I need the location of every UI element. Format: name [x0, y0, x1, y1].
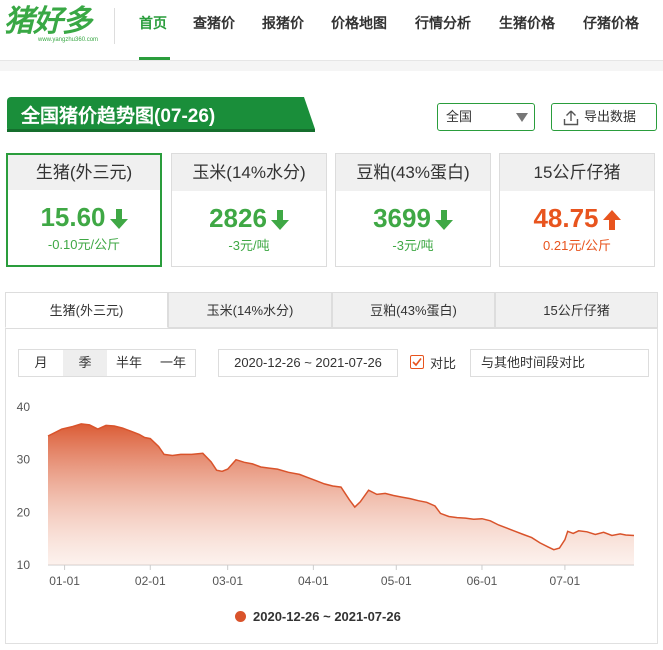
compare-label[interactable]: 对比	[430, 353, 456, 372]
card-change: -3元/吨	[392, 238, 434, 253]
page-title: 全国猪价趋势图(07-26)	[21, 106, 216, 127]
card-title: 玉米(14%水分)	[172, 154, 326, 191]
region-select-value: 全国	[446, 109, 473, 124]
chart-tabs: 生猪(外三元) 玉米(14%水分) 豆粕(43%蛋白) 15公斤仔猪	[5, 292, 658, 329]
card-change: -3元/吨	[228, 238, 270, 253]
price-card-hog[interactable]: 生猪(外三元) 15.60 -0.10元/公斤	[6, 153, 162, 267]
period-halfyear-button[interactable]: 半年	[107, 350, 151, 376]
y-tick-label: 10	[17, 558, 31, 572]
card-value-text: 15.60	[40, 202, 106, 232]
card-value-text: 3699	[373, 203, 431, 233]
card-value-text: 2826	[209, 203, 267, 233]
card-value: 15.60	[8, 202, 160, 232]
nav-item-price-map[interactable]: 价格地图	[331, 0, 387, 60]
price-trend-chart: 10203040 01-01 02-01 03-01 04-01 05-01 06-01 0…	[17, 400, 635, 588]
export-data-label: 导出数据	[584, 109, 637, 124]
nav-item-hog-price[interactable]: 生猪价格	[499, 0, 555, 60]
chart-legend[interactable]: 2020-12-26 ~ 2021-07-26	[235, 609, 401, 624]
nav-divider	[114, 8, 115, 44]
nav-item-check-price[interactable]: 查猪价	[193, 0, 235, 60]
price-card-corn[interactable]: 玉米(14%水分) 2826 -3元/吨	[171, 153, 327, 267]
chevron-down-icon	[516, 113, 528, 122]
logo-text: 猪好多	[4, 4, 92, 39]
arrow-down-icon	[109, 209, 128, 230]
card-title: 豆粕(43%蛋白)	[336, 154, 490, 191]
top-nav: 猪好多 www.yangzhu360.com 首页 查猪价 报猪价 价格地图 行…	[0, 0, 663, 61]
y-tick-label: 20	[17, 505, 31, 519]
tab-corn[interactable]: 玉米(14%水分)	[168, 292, 332, 328]
nav-item-report-price[interactable]: 报猪价	[262, 0, 304, 60]
price-card-piglet[interactable]: 15公斤仔猪 48.75 0.21元/公斤	[499, 153, 655, 267]
arrow-up-icon	[602, 210, 621, 231]
arrow-down-icon	[270, 210, 289, 231]
compare-checkbox[interactable]	[410, 355, 424, 369]
tab-soymeal[interactable]: 豆粕(43%蛋白)	[332, 292, 495, 328]
logo-url: www.yangzhu360.com	[38, 37, 99, 43]
x-tick-label: 02-01	[135, 574, 166, 588]
y-axis: 10 20 30 40	[17, 400, 31, 572]
date-range-input[interactable]: 2020-12-26 ~ 2021-07-26	[218, 349, 398, 377]
card-title: 生猪(外三元)	[8, 155, 160, 190]
price-card-soymeal[interactable]: 豆粕(43%蛋白) 3699 -3元/吨	[335, 153, 491, 267]
y-tick-label: 30	[17, 453, 31, 467]
period-month-button[interactable]: 月	[19, 350, 63, 376]
series-area	[48, 423, 634, 565]
nav-active-underline	[139, 57, 170, 60]
card-value: 2826	[172, 203, 326, 233]
x-tick-label: 01-01	[49, 574, 80, 588]
card-value-text: 48.75	[533, 203, 599, 233]
card-value: 3699	[336, 203, 490, 233]
x-tick-label: 05-01	[381, 574, 412, 588]
nav-item-market-analysis[interactable]: 行情分析	[415, 0, 471, 60]
period-year-button[interactable]: 一年	[151, 350, 195, 376]
period-selector: 月 季 半年 一年	[18, 349, 196, 377]
compare-period-input[interactable]: 与其他时间段对比	[470, 349, 649, 377]
page-title-banner: 全国猪价趋势图(07-26)	[7, 97, 316, 132]
card-value: 48.75	[500, 203, 654, 233]
check-icon	[412, 358, 422, 367]
header-separator	[0, 61, 663, 71]
card-title: 15公斤仔猪	[500, 154, 654, 191]
card-change: -0.10元/公斤	[47, 237, 121, 252]
x-axis: 01-01 02-01 03-01 04-01 05-01 06-01 07-01	[48, 564, 634, 588]
x-tick-label: 04-01	[298, 574, 329, 588]
legend-label: 2020-12-26 ~ 2021-07-26	[253, 609, 401, 624]
x-tick-label: 06-01	[467, 574, 498, 588]
tab-hog[interactable]: 生猪(外三元)	[5, 292, 168, 328]
nav-item-piglet-price[interactable]: 仔猪价格	[583, 0, 639, 60]
region-select[interactable]: 全国	[437, 103, 535, 131]
site-logo[interactable]: 猪好多 www.yangzhu360.com	[4, 6, 114, 46]
card-change: 0.21元/公斤	[543, 238, 611, 253]
title-shade	[7, 129, 315, 132]
upload-icon	[563, 110, 579, 126]
x-tick-label: 03-01	[212, 574, 243, 588]
tab-piglet[interactable]: 15公斤仔猪	[495, 292, 658, 328]
y-tick-label: 40	[17, 400, 31, 414]
nav-item-home[interactable]: 首页	[139, 0, 167, 60]
export-data-button[interactable]: 导出数据	[551, 103, 657, 131]
legend-marker	[235, 611, 246, 622]
x-tick-label: 07-01	[550, 574, 581, 588]
period-quarter-button[interactable]: 季	[63, 350, 107, 376]
arrow-down-icon	[434, 210, 453, 231]
